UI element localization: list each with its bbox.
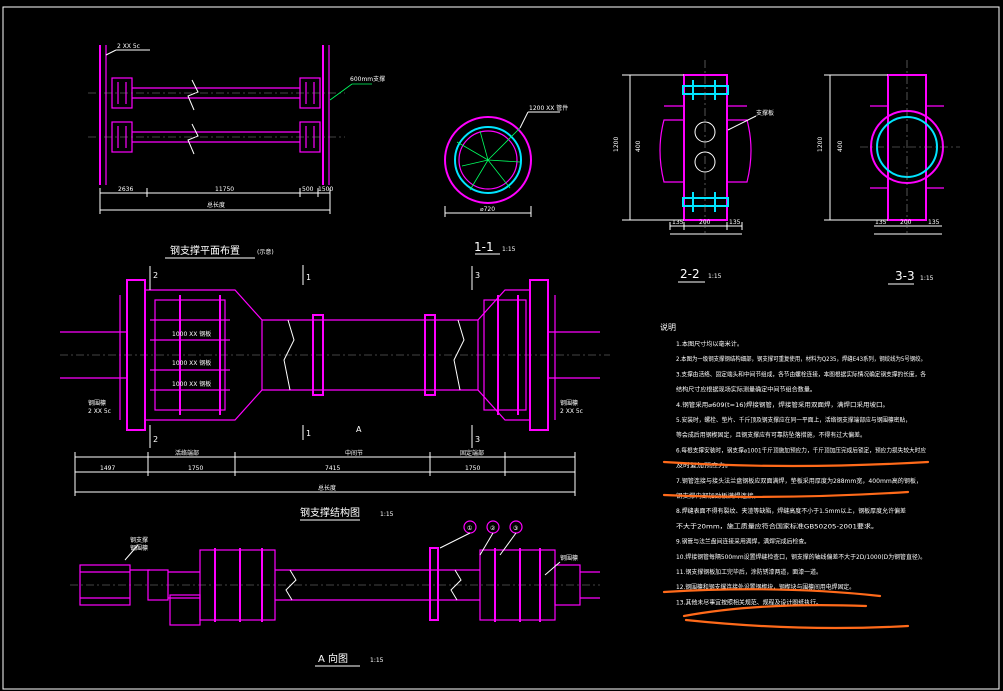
structure-inner-label-3: 1000 XX 钢板 (172, 380, 211, 388)
note-item: 11.钢支撑钢板加工完毕后，涂防锈漆两道，面漆一道。 (676, 568, 822, 576)
structure-label-waler: 钢围檩 (88, 399, 106, 407)
cut-mark-3-bottom: 3 (475, 435, 480, 444)
section-3-3-scale: 1:15 (920, 275, 934, 282)
structure-view-title: 钢支撑结构图 (300, 506, 360, 519)
plan-view-scale-note: (示意) (257, 248, 274, 256)
section-1-1-scale: 1:15 (502, 246, 516, 253)
note-item: 不大于20mm，施工质量应符合国家标准GB50205-2001要求。 (676, 522, 878, 530)
structure-inner-label-2: 1000 XX 钢板 (172, 359, 211, 367)
plan-tag-right: 600mm支撑 (350, 75, 385, 83)
note-item: 8.焊缝表面不得有裂纹、夹渣等缺陷，焊缝高度不小于1.5mm以上，钢板厚度允许偏… (676, 507, 906, 515)
section-2-2-dim-side: 1200 (613, 137, 620, 152)
section-1-1-dim: ⌀720 (480, 206, 495, 213)
structure-zone-1: 活络端部 (175, 449, 199, 457)
structure-view-scale: 1:15 (380, 511, 394, 518)
section-3-3-dim-b3: 135 (928, 219, 940, 226)
note-item: 7.钢管连接与接头法兰盘钢板应双面满焊，垫板采用厚度为288mm宽，400mm高… (676, 477, 922, 485)
section-1-1-label: 1-1 (474, 240, 494, 254)
plan-dim-3: 500 (302, 186, 314, 193)
structure-label-tag: 2 XX 5c (88, 408, 111, 415)
section-3-3-label: 3-3 (895, 269, 915, 283)
a-view-tag-left: 钢支撑 (130, 536, 148, 544)
section-2-2-dim-side-2: 400 (635, 140, 642, 152)
cut-mark-a: A (356, 425, 362, 434)
notes-heading: 说明 (660, 322, 676, 332)
section-2-2-dim-b2: 200 (699, 219, 711, 226)
structure-inner-label-1: 1000 XX 钢板 (172, 330, 211, 338)
plan-dim-2: 11750 (215, 186, 234, 193)
section-3-3-dim-b2: 200 (900, 219, 912, 226)
section-2-2-scale: 1:15 (708, 273, 722, 280)
plan-dim-total: 总长度 (207, 201, 225, 209)
note-item: 6.每根支撑安装时，钢支撑⌀1001千斤顶施加预应力，千斤顶加压完成后锁定，预应… (676, 446, 926, 454)
structure-zone-2: 中间节 (345, 449, 363, 457)
section-2-2-dim-b1: 135 (672, 219, 684, 226)
structure-label-tag-right: 2 XX 5c (560, 408, 583, 415)
structure-dim-3: 1750 (188, 465, 203, 472)
plan-tag-top: 2 XX 5c (117, 43, 140, 50)
structure-label-waler-right: 钢围檩 (560, 399, 578, 407)
a-view-callout-2: ② (490, 525, 496, 532)
structure-dim-2: 7415 (325, 465, 340, 472)
structure-dim-1: 1497 (100, 465, 115, 472)
section-2-2-label: 2-2 (680, 267, 700, 281)
section-3-3-dim-side: 1200 (817, 137, 824, 152)
cad-drawing-canvas[interactable]: 2 XX 5c 600mm支撑 2636 11750 500 1500 总长度 … (0, 0, 1003, 691)
note-item: 等会成后用钢楔固定，且钢支撑应有可靠防坠落措施，不得有过大偏差。 (676, 431, 866, 439)
a-view-scale: 1:15 (370, 657, 384, 664)
section-3-3-dim-side-2: 400 (837, 140, 844, 152)
cut-mark-1-bottom: 1 (306, 429, 311, 438)
note-item: 9.钢管与法兰盘间连接采用满焊，满焊完成后检查。 (676, 538, 810, 546)
structure-dim-total: 总长度 (318, 484, 336, 492)
note-item: 4.钢管采用⌀609(t=16)焊接钢管，焊接管采用双面焊，满焊口采用坡口。 (676, 401, 889, 409)
note-item: 结构尺寸应根据现场实际测量确定中间节组合数量。 (676, 386, 816, 394)
section-3-3-dim-b1: 135 (875, 219, 887, 226)
plan-view-title: 钢支撑平面布置 (170, 244, 240, 257)
section-1-1-tag: 1200 XX 管件 (529, 104, 568, 112)
note-item: 5.安装时，螺栓、垫片、千斤顶及钢支撑应在同一平面上，活络钢支撑端部应与钢围檩密… (676, 416, 911, 424)
a-view-tag-right: 钢围檩 (560, 554, 578, 562)
plan-dim-1: 2636 (118, 186, 133, 193)
structure-zone-3: 固定端部 (460, 449, 484, 457)
cut-mark-3-top: 3 (475, 271, 480, 280)
note-item: 3.支撑由活络、固定端头和中间节组成，各节由螺栓连接，本图根据实际情况确定钢支撑… (676, 370, 926, 378)
section-2-2-note: 支撑板 (756, 109, 774, 117)
note-item: 10.焊接钢管每隔500mm设置焊缝检查口，钢支撑的轴线偏差不大于2D/1000… (676, 553, 926, 561)
a-view-label: A 向图 (318, 652, 348, 665)
cut-mark-2-bottom: 2 (153, 435, 158, 444)
a-view-tag-left-2: 钢围檩 (130, 544, 148, 552)
cut-mark-2-top: 2 (153, 271, 158, 280)
a-view-callout-3: ③ (513, 525, 518, 532)
plan-dim-4: 1500 (318, 186, 333, 193)
cut-mark-1-top: 1 (306, 273, 311, 282)
structure-dim-4: 1750 (465, 465, 480, 472)
a-view-callout-1: ① (467, 525, 472, 532)
note-item: 1.本图尺寸均以毫米计。 (676, 340, 743, 348)
note-item: 2.本图为一级钢支撑钢结构细部，钢支撑可重复使用，材料为Q235，焊缝E43系列… (676, 355, 926, 363)
section-2-2-dim-b3: 135 (729, 219, 741, 226)
